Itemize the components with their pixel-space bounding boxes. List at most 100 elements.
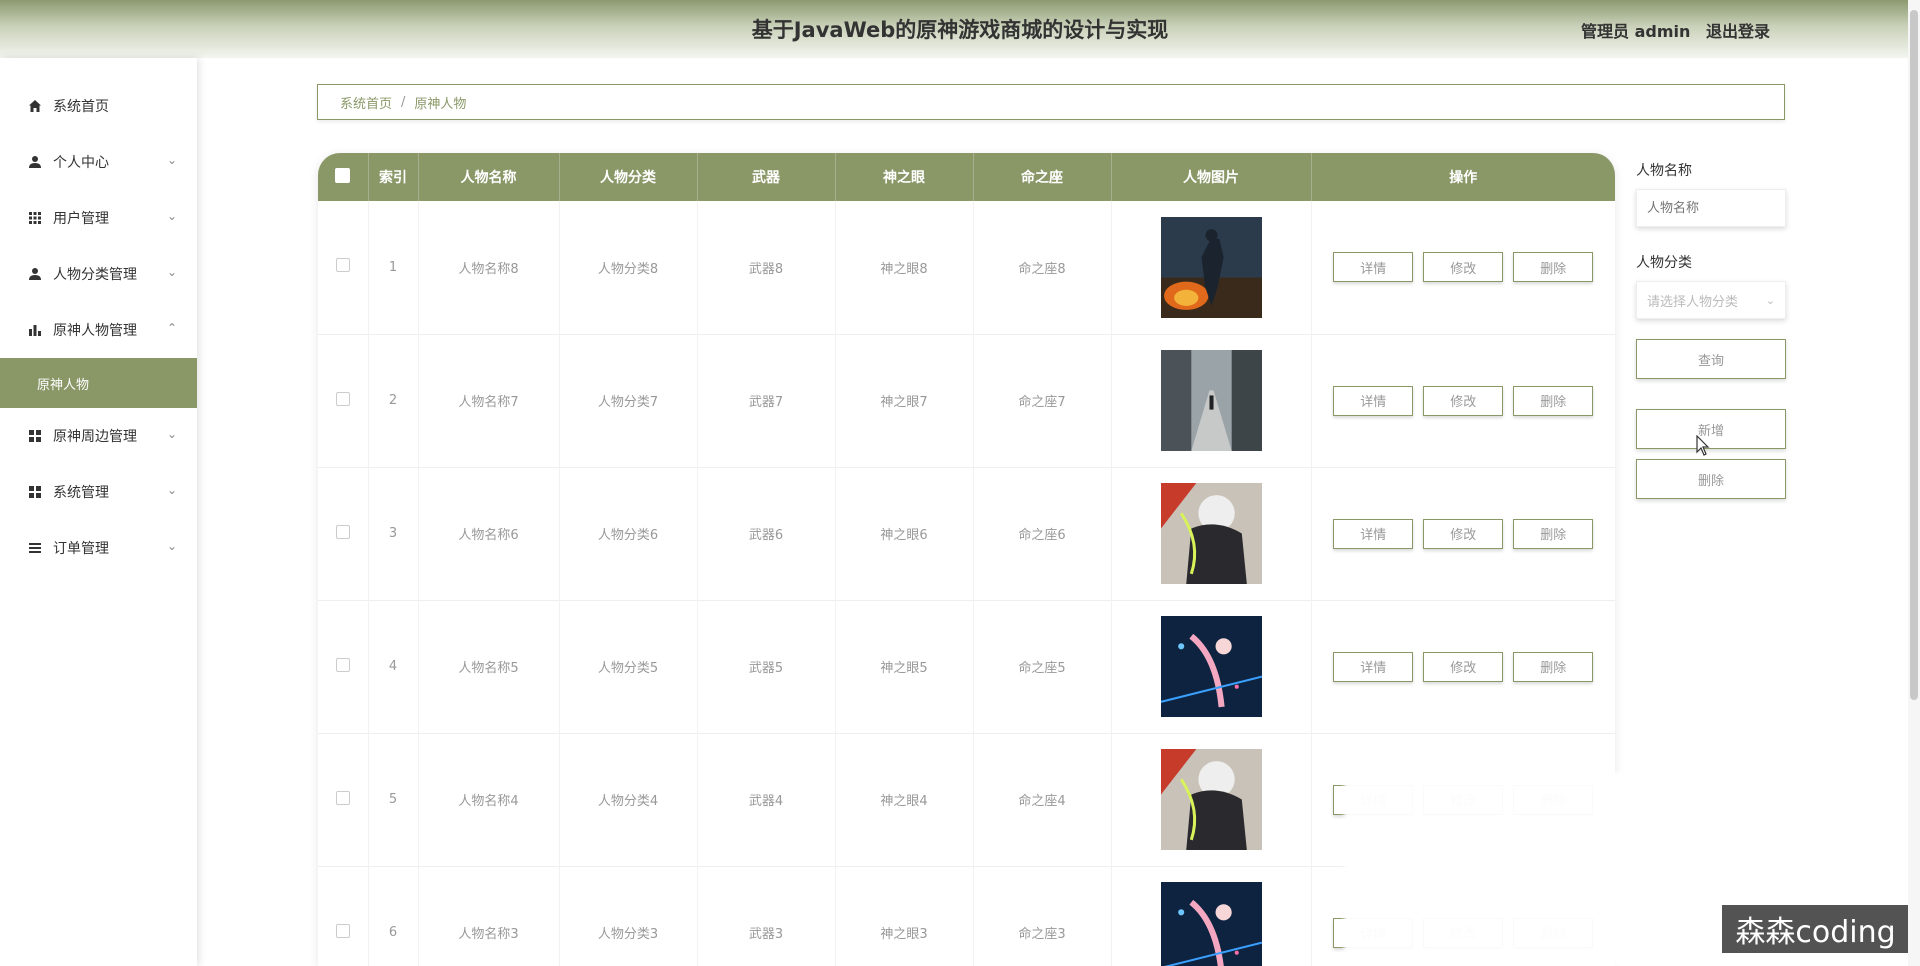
row-checkbox[interactable] xyxy=(335,657,350,672)
weapon-cell: 武器8 xyxy=(697,201,836,334)
sidebar-item-profile[interactable]: 个人中心 ⌄ xyxy=(0,134,197,190)
column-header: 武器 xyxy=(697,153,836,201)
weapon-cell: 武器4 xyxy=(697,733,836,866)
detail-button[interactable]: 详情 xyxy=(1333,651,1414,682)
user-icon xyxy=(27,266,43,282)
index-cell: 4 xyxy=(368,600,419,733)
row-checkbox[interactable] xyxy=(335,790,350,805)
row-select-cell xyxy=(318,334,369,467)
name-cell: 人物名称6 xyxy=(418,467,560,600)
sidebar-item-label: 原神人物管理 xyxy=(53,323,137,339)
chevron-down-icon: ⌄ xyxy=(166,539,177,553)
top-header: 基于JavaWeb的原神游戏商城的设计与实现 管理员 admin 退出登录 xyxy=(0,0,1920,58)
edit-button[interactable]: 修改 xyxy=(1423,385,1504,416)
column-header: 人物名称 xyxy=(418,153,560,201)
operations-cell: 详情修改删除 xyxy=(1311,467,1615,600)
name-cell: 人物名称5 xyxy=(418,600,560,733)
sidebar-item-users[interactable]: 用户管理 ⌄ xyxy=(0,190,197,246)
constellation-cell: 命之座8 xyxy=(973,201,1112,334)
category-filter-label: 人物分类 xyxy=(1636,255,1692,271)
row-checkbox[interactable] xyxy=(335,923,350,938)
sidebar-item-label: 订单管理 xyxy=(53,541,109,557)
weapon-cell: 武器6 xyxy=(697,467,836,600)
apps-icon xyxy=(27,484,43,500)
index-cell: 1 xyxy=(368,201,419,334)
bar-chart-icon xyxy=(27,322,43,338)
index-cell: 6 xyxy=(368,866,419,966)
breadcrumb-current: 原神人物 xyxy=(414,96,467,112)
name-cell: 人物名称4 xyxy=(418,733,560,866)
column-header: 神之眼 xyxy=(835,153,974,201)
edit-button[interactable]: 修改 xyxy=(1423,518,1504,549)
edit-button[interactable]: 修改 xyxy=(1423,651,1504,682)
image-cell xyxy=(1111,201,1312,334)
column-header: 命之座 xyxy=(973,153,1112,201)
constellation-cell: 命之座5 xyxy=(973,600,1112,733)
select-all-checkbox[interactable] xyxy=(335,167,351,183)
watermark: 森森coding xyxy=(1722,905,1909,953)
character-image xyxy=(1160,749,1262,850)
current-user: 管理员 admin xyxy=(1581,22,1691,41)
detail-button[interactable]: 详情 xyxy=(1333,252,1414,283)
sidebar-item-label: 系统首页 xyxy=(53,99,109,115)
sidebar-item-label: 个人中心 xyxy=(53,155,109,171)
page-scrollbar[interactable] xyxy=(1908,0,1920,966)
detail-button[interactable]: 详情 xyxy=(1333,385,1414,416)
chevron-up-icon: ⌃ xyxy=(166,321,177,335)
sidebar-item-label: 用户管理 xyxy=(53,211,109,227)
sidebar-item-characters[interactable]: 原神人物管理 ⌃ xyxy=(0,302,197,358)
constellation-cell: 命之座3 xyxy=(973,866,1112,966)
sidebar-item-system[interactable]: 系统管理 ⌄ xyxy=(0,464,197,520)
sidebar-item-label: 人物分类管理 xyxy=(53,267,137,283)
delete-button[interactable]: 删除 xyxy=(1636,459,1786,499)
image-cell xyxy=(1111,467,1312,600)
eye-cell: 神之眼4 xyxy=(835,733,974,866)
scrollbar-thumb[interactable] xyxy=(1910,10,1918,700)
constellation-cell: 命之座7 xyxy=(973,334,1112,467)
breadcrumb: 系统首页 / 原神人物 xyxy=(317,84,1785,120)
eye-cell: 神之眼5 xyxy=(835,600,974,733)
add-button[interactable]: 新增 xyxy=(1636,409,1786,449)
search-panel: 人物名称 人物分类 请选择人物分类 ⌄ 查询 新增 删除 xyxy=(1636,160,1786,499)
sidebar-subitem-characters[interactable]: 原神人物 xyxy=(0,358,197,408)
row-select-cell xyxy=(318,201,369,334)
category-cell: 人物分类7 xyxy=(559,334,698,467)
character-image xyxy=(1160,216,1262,318)
sidebar-item-orders[interactable]: 订单管理 ⌄ xyxy=(0,520,197,576)
category-select-placeholder: 请选择人物分类 xyxy=(1647,294,1739,310)
weapon-cell: 武器3 xyxy=(697,866,836,966)
eye-cell: 神之眼7 xyxy=(835,334,974,467)
sidebar-item-home[interactable]: 系统首页 xyxy=(0,78,197,134)
chevron-down-icon: ⌄ xyxy=(1765,293,1775,307)
row-select-cell xyxy=(318,600,369,733)
delete-row-button[interactable]: 删除 xyxy=(1513,518,1594,549)
delete-row-button[interactable]: 删除 xyxy=(1513,252,1594,283)
query-button[interactable]: 查询 xyxy=(1636,339,1786,379)
index-cell: 5 xyxy=(368,733,419,866)
character-image xyxy=(1160,483,1262,584)
delete-row-button[interactable]: 删除 xyxy=(1513,651,1594,682)
chevron-down-icon: ⌄ xyxy=(166,265,177,279)
character-image xyxy=(1160,882,1262,966)
weapon-cell: 武器5 xyxy=(697,600,836,733)
detail-button[interactable]: 详情 xyxy=(1333,518,1414,549)
eye-cell: 神之眼8 xyxy=(835,201,974,334)
row-checkbox[interactable] xyxy=(335,391,350,406)
column-header: 人物分类 xyxy=(559,153,698,201)
row-checkbox[interactable] xyxy=(335,524,350,539)
edit-button[interactable]: 修改 xyxy=(1423,252,1504,283)
breadcrumb-home[interactable]: 系统首页 xyxy=(340,93,392,112)
sidebar: 系统首页 个人中心 ⌄ 用户管理 ⌄ 人物分类管理 ⌄ 原神人物管理 ⌃ 原神人… xyxy=(0,58,197,966)
table-row: 1 人物名称8 人物分类8 武器8 神之眼8 命之座8 详情 修改 删除 xyxy=(318,201,1615,334)
category-cell: 人物分类8 xyxy=(559,201,698,334)
operations-cell: 详情修改删除 xyxy=(1311,201,1615,334)
name-filter-input[interactable] xyxy=(1636,189,1786,227)
logout-link[interactable]: 退出登录 xyxy=(1706,22,1770,41)
delete-row-button[interactable]: 删除 xyxy=(1513,385,1594,416)
sidebar-item-merch[interactable]: 原神周边管理 ⌄ xyxy=(0,408,197,464)
row-checkbox[interactable] xyxy=(335,258,350,273)
category-select[interactable]: 请选择人物分类 ⌄ xyxy=(1636,281,1786,319)
image-cell xyxy=(1111,600,1312,733)
apps-icon xyxy=(27,428,43,444)
sidebar-item-category[interactable]: 人物分类管理 ⌄ xyxy=(0,246,197,302)
